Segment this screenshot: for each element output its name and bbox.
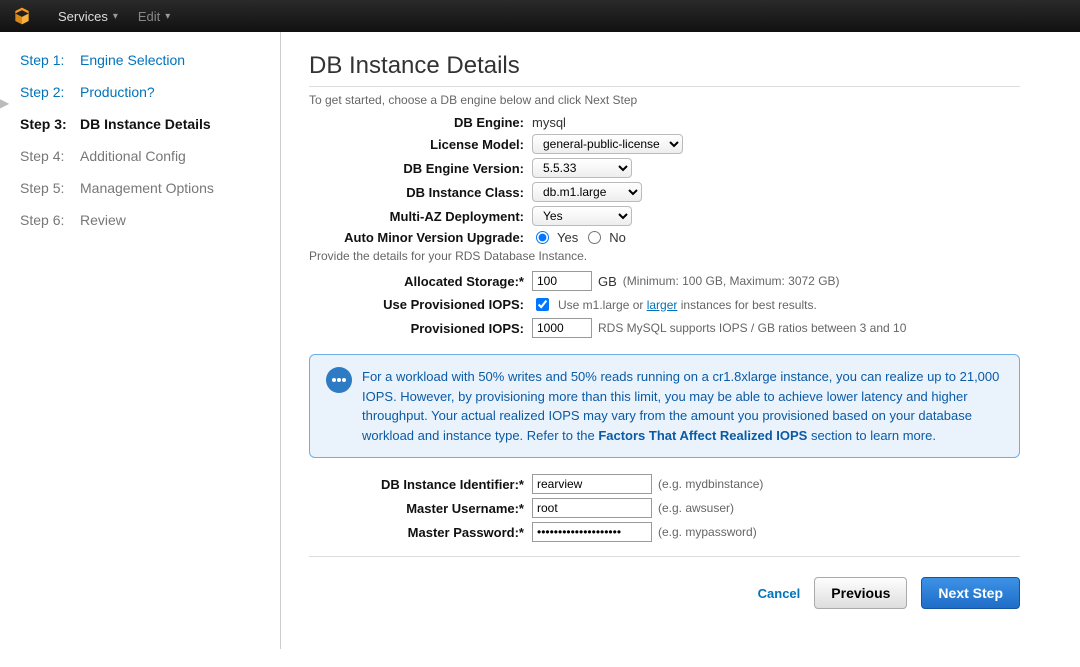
- step-number: Step 5:: [20, 180, 80, 196]
- version-label: DB Engine Version:: [309, 161, 532, 176]
- step-number: Step 1:: [20, 52, 80, 68]
- step-4[interactable]: Step 4:Additional Config: [20, 148, 270, 164]
- services-menu[interactable]: Services ▾: [48, 9, 128, 24]
- password-hint: (e.g. mypassword): [658, 525, 757, 539]
- divider: [309, 86, 1020, 87]
- engine-value: mysql: [532, 115, 566, 130]
- license-select[interactable]: general-public-license: [532, 134, 683, 154]
- footer-buttons: Cancel Previous Next Step: [309, 577, 1020, 609]
- useiops-checkbox[interactable]: [536, 298, 549, 311]
- chevron-down-icon: ▾: [165, 11, 170, 22]
- info-text: For a workload with 50% writes and 50% r…: [362, 367, 1003, 445]
- step-6[interactable]: Step 6:Review: [20, 212, 270, 228]
- autominor-yes-radio[interactable]: [536, 231, 549, 244]
- no-label: No: [609, 230, 626, 245]
- steps-sidebar: ▶ Step 1:Engine SelectionStep 2:Producti…: [0, 32, 281, 649]
- gb-label: GB: [598, 274, 617, 289]
- yes-label: Yes: [557, 230, 578, 245]
- chevron-down-icon: ▾: [113, 11, 118, 22]
- autominor-radios: Yes No: [532, 230, 626, 245]
- username-label: Master Username:*: [309, 501, 532, 516]
- step-title: Engine Selection: [80, 52, 185, 68]
- step-5[interactable]: Step 5:Management Options: [20, 180, 270, 196]
- username-input[interactable]: [532, 498, 652, 518]
- iops-info-box: For a workload with 50% writes and 50% r…: [309, 354, 1020, 458]
- autominor-no-radio[interactable]: [588, 231, 601, 244]
- step-title: Production?: [80, 84, 155, 100]
- step-number: Step 2:: [20, 84, 80, 100]
- step-number: Step 4:: [20, 148, 80, 164]
- license-label: License Model:: [309, 137, 532, 152]
- identifier-label: DB Instance Identifier:*: [309, 477, 532, 492]
- storage-input[interactable]: [532, 271, 592, 291]
- step-number: Step 6:: [20, 212, 80, 228]
- identifier-input[interactable]: [532, 474, 652, 494]
- class-select[interactable]: db.m1.large: [532, 182, 642, 202]
- larger-link[interactable]: larger: [647, 298, 678, 312]
- storage-label: Allocated Storage:*: [309, 274, 532, 289]
- useiops-hint: Use m1.large or larger instances for bes…: [558, 298, 817, 312]
- info-icon: [326, 367, 352, 393]
- services-label: Services: [58, 9, 108, 24]
- cancel-link[interactable]: Cancel: [758, 586, 801, 601]
- username-hint: (e.g. awsuser): [658, 501, 734, 515]
- midtext: Provide the details for your RDS Databas…: [309, 249, 1020, 263]
- next-step-button[interactable]: Next Step: [921, 577, 1020, 609]
- multiaz-label: Multi-AZ Deployment:: [309, 209, 532, 224]
- main-panel: DB Instance Details To get started, choo…: [281, 32, 1080, 649]
- aws-logo-icon: [12, 6, 32, 26]
- step-title: Additional Config: [80, 148, 186, 164]
- collapse-handle-icon[interactable]: ▶: [0, 96, 9, 110]
- storage-hint: (Minimum: 100 GB, Maximum: 3072 GB): [623, 274, 840, 288]
- divider: [309, 556, 1020, 557]
- step-number: Step 3:: [20, 116, 80, 132]
- password-input[interactable]: [532, 522, 652, 542]
- step-2[interactable]: Step 2:Production?: [20, 84, 270, 100]
- identifier-hint: (e.g. mydbinstance): [658, 477, 763, 491]
- useiops-label: Use Provisioned IOPS:: [309, 297, 532, 312]
- factors-link[interactable]: Factors That Affect Realized IOPS: [598, 428, 807, 443]
- step-title: Management Options: [80, 180, 214, 196]
- step-1[interactable]: Step 1:Engine Selection: [20, 52, 270, 68]
- edit-menu[interactable]: Edit ▾: [128, 9, 180, 24]
- step-title: Review: [80, 212, 126, 228]
- page-title: DB Instance Details: [309, 52, 1020, 80]
- top-nav: Services ▾ Edit ▾: [0, 0, 1080, 32]
- step-3: Step 3:DB Instance Details: [20, 116, 270, 132]
- engine-label: DB Engine:: [309, 115, 532, 130]
- subtitle: To get started, choose a DB engine below…: [309, 93, 1020, 107]
- previous-button[interactable]: Previous: [814, 577, 907, 609]
- iops-input[interactable]: [532, 318, 592, 338]
- step-title: DB Instance Details: [80, 116, 211, 132]
- edit-label: Edit: [138, 9, 160, 24]
- version-select[interactable]: 5.5.33: [532, 158, 632, 178]
- iops-label: Provisioned IOPS:: [309, 321, 532, 336]
- multiaz-select[interactable]: Yes: [532, 206, 632, 226]
- password-label: Master Password:*: [309, 525, 532, 540]
- iops-hint: RDS MySQL supports IOPS / GB ratios betw…: [598, 321, 906, 335]
- class-label: DB Instance Class:: [309, 185, 532, 200]
- autominor-label: Auto Minor Version Upgrade:: [309, 230, 532, 245]
